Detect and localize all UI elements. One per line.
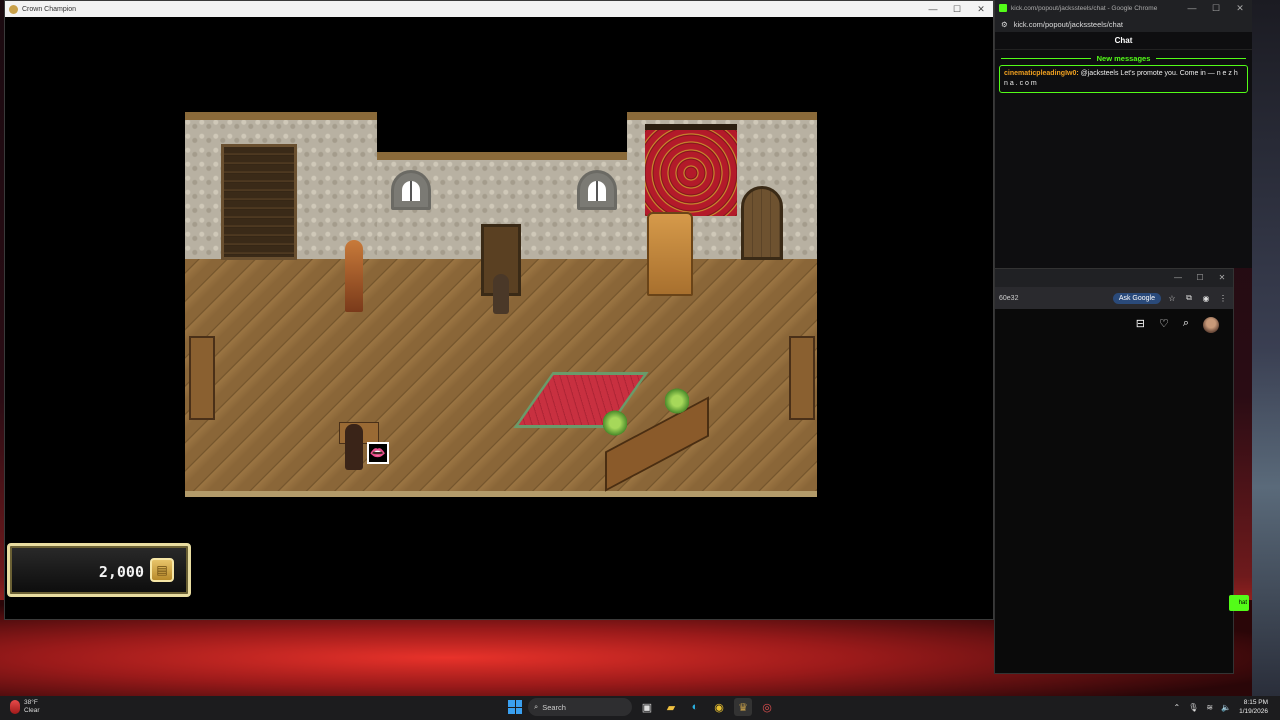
close-icon[interactable]: ✕ <box>1211 269 1233 285</box>
potted-plant-left <box>603 410 627 436</box>
minimize-icon[interactable]: — <box>1167 269 1189 285</box>
wall-top-trim-center <box>377 152 627 160</box>
maximize-icon[interactable]: ☐ <box>1189 269 1211 285</box>
taskbar-clock[interactable]: 8:15 PM 1/19/2026 <box>1239 698 1268 716</box>
chat-window-titlebar[interactable]: kick.com/popout/jackssteels/chat - Googl… <box>995 0 1252 16</box>
ask-google-button[interactable]: Ask Google <box>1112 292 1161 304</box>
file-explorer-icon[interactable]: ▰ <box>662 698 680 716</box>
game-window-controls: — ☐ ✕ <box>921 1 993 17</box>
game-window-title: Crown Champion <box>22 5 77 13</box>
chat-green-button[interactable]: hat <box>1229 595 1249 611</box>
maximize-icon[interactable]: ☐ <box>1204 0 1228 16</box>
arched-wooden-door <box>741 186 783 260</box>
npc-character[interactable] <box>345 424 363 470</box>
weather-desc: Clear <box>24 707 40 714</box>
volume-icon[interactable]: 🔈 <box>1221 703 1231 712</box>
staircase <box>221 144 297 260</box>
chat-url-text: kick.com/popout/jackssteels/chat <box>1013 19 1123 29</box>
windows-start-icon[interactable] <box>508 700 522 714</box>
taskbar-search[interactable]: ⌕ Search <box>528 698 632 716</box>
game-app-icon <box>9 4 18 14</box>
chevron-up-icon[interactable]: ⌃ <box>1174 703 1181 712</box>
divider-line-left <box>1001 58 1091 59</box>
windows-taskbar: 38°F Clear ⌕ Search ▣ ▰ ◐ ◉ ♛ ◎ ⌃ 🎙 ≋ 🔈 … <box>0 696 1280 720</box>
weather-text: 38°F Clear <box>24 699 40 715</box>
minimize-icon[interactable]: — <box>921 1 945 17</box>
wifi-icon[interactable]: ≋ <box>1206 703 1213 712</box>
game-viewport[interactable]: 👄 2,000 ▤ <box>5 17 993 619</box>
game-room-scene: 👄 <box>185 104 817 497</box>
grandfather-clock <box>345 240 363 312</box>
kick-logo-icon <box>999 4 1007 12</box>
game-app-taskbar-icon[interactable]: ♛ <box>734 698 752 716</box>
gold-amount: 2,000 <box>98 563 144 581</box>
system-tray: ⌃ 🎙 ≋ 🔈 8:15 PM 1/19/2026 <box>1174 698 1268 716</box>
taskbar-center: ⌕ Search ▣ ▰ ◐ ◉ ♛ ◎ <box>508 698 776 716</box>
new-messages-divider[interactable]: New messages <box>1001 54 1247 63</box>
chat-window-controls: — ☐ ✕ <box>1180 0 1252 16</box>
divider-line-right <box>1156 58 1247 59</box>
weather-temp: 38°F <box>24 699 38 706</box>
heart-icon[interactable]: ♡ <box>1159 317 1169 333</box>
browser-titlebar[interactable]: — ☐ ✕ <box>995 269 1233 287</box>
maximize-icon[interactable]: ☐ <box>945 1 969 17</box>
search-icon: ⌕ <box>534 702 539 711</box>
chat-header: Chat <box>995 32 1252 50</box>
wall-top-trim-left <box>185 112 377 120</box>
avatar[interactable] <box>1203 317 1219 333</box>
star-icon[interactable]: ☆ <box>1166 294 1178 303</box>
chrome-browser-icon[interactable]: ◉ <box>710 698 728 716</box>
new-messages-label: New messages <box>1096 54 1151 63</box>
thermometer-icon <box>10 700 20 714</box>
browser-window-controls: — ☐ ✕ <box>1167 269 1233 285</box>
chat-message[interactable]: cinematicpleadingIw0: @jacksteels Let's … <box>999 65 1248 93</box>
weather-widget[interactable]: 38°F Clear <box>10 699 40 715</box>
microphone-icon[interactable]: 🎙 <box>1188 703 1198 712</box>
desktop-wallpaper-edge <box>1252 0 1280 696</box>
player-character <box>493 274 509 314</box>
gold-counter: 2,000 ▤ <box>7 543 191 597</box>
clock-time: 8:15 PM <box>1243 699 1268 706</box>
chat-window-title: kick.com/popout/jackssteels/chat - Googl… <box>1011 4 1158 12</box>
tab-search-icon[interactable]: ⧉ <box>1183 293 1195 303</box>
bookmark-icon[interactable]: ⊟ <box>1136 317 1145 333</box>
edge-browser-icon[interactable]: ◐ <box>686 698 704 716</box>
right-side-shelf <box>789 336 815 420</box>
gold-coin-icon: ▤ <box>150 558 174 582</box>
arched-window-right <box>577 170 617 210</box>
minimize-icon[interactable]: — <box>1180 0 1204 16</box>
chat-message-username[interactable]: cinematicpleadingIw0: <box>1004 70 1079 77</box>
task-view-icon[interactable]: ▣ <box>638 698 656 716</box>
game-window: Crown Champion — ☐ ✕ 👄 2,000 ▤ <box>4 0 994 620</box>
chat-address-bar[interactable]: ⚙ kick.com/popout/jackssteels/chat <box>995 16 1252 32</box>
search-icon[interactable]: ⌕ <box>1183 317 1189 333</box>
close-icon[interactable]: ✕ <box>1228 0 1252 16</box>
site-settings-icon[interactable]: ⚙ <box>1001 20 1008 29</box>
potted-plant-right <box>665 388 689 414</box>
display-cabinet <box>647 212 693 296</box>
kick-chat-popout-window: kick.com/popout/jackssteels/chat - Googl… <box>994 0 1252 268</box>
clock-date: 1/19/2026 <box>1239 708 1268 715</box>
browser-url-fragment[interactable]: 60e32 <box>999 295 1108 302</box>
chrome-browser-window: — ☐ ✕ 60e32 Ask Google ☆ ⧉ ◉ ⋮ ⊟ ♡ ⌕ hat <box>994 268 1249 674</box>
taskbar-search-label: Search <box>542 702 566 712</box>
wall-top-trim-right <box>627 112 817 120</box>
menu-dots-icon[interactable]: ⋮ <box>1217 294 1229 303</box>
recording-app-icon[interactable]: ◎ <box>758 698 776 716</box>
profile-icon[interactable]: ◉ <box>1200 294 1212 303</box>
game-titlebar[interactable]: Crown Champion — ☐ ✕ <box>5 1 993 17</box>
arched-window-left <box>391 170 431 210</box>
red-tapestry <box>645 124 737 216</box>
speech-lips-icon: 👄 <box>367 442 389 464</box>
browser-toolbar: 60e32 Ask Google ☆ ⧉ ◉ ⋮ <box>995 287 1233 309</box>
site-header-icons: ⊟ ♡ ⌕ <box>995 309 1233 333</box>
left-side-shelf <box>189 336 215 420</box>
close-icon[interactable]: ✕ <box>969 1 993 17</box>
